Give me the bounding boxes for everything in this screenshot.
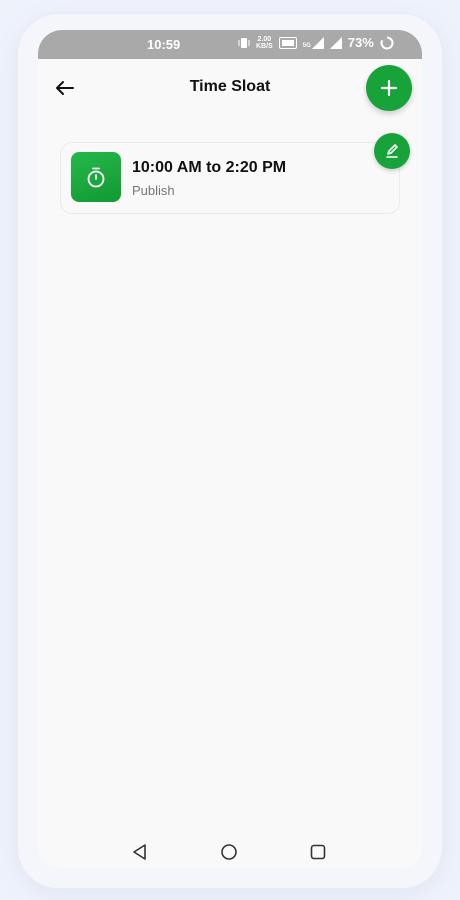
nav-home-button[interactable] [219, 842, 239, 862]
system-nav-bar [38, 836, 422, 868]
status-icons: 2.00 KB/S 5G 73% [238, 35, 394, 50]
vibrate-icon [238, 37, 250, 48]
app-screen: 10:59 2.00 KB/S 5G 73% Time Sloat 10:00 … [38, 30, 422, 868]
edit-slot-button[interactable] [374, 133, 410, 169]
nav-back-button[interactable] [130, 842, 150, 862]
network-type: 5G [302, 42, 311, 49]
network-speed-value: 2.00 [257, 35, 272, 43]
signal-icon-2 [329, 36, 342, 49]
circle-home-icon [221, 844, 237, 860]
app-header: Time Sloat [38, 59, 422, 119]
status-bar: 10:59 2.00 KB/S 5G 73% [38, 30, 422, 59]
slot-icon-tile [71, 152, 121, 202]
time-slot-card[interactable]: 10:00 AM to 2:20 PM Publish [60, 142, 400, 214]
stopwatch-icon [87, 167, 105, 188]
signal-icon [311, 36, 324, 49]
plus-icon [380, 79, 398, 97]
slot-status: Publish [132, 183, 175, 198]
battery-ring-icon [380, 35, 394, 49]
add-time-slot-button[interactable] [366, 65, 412, 111]
network-speed-unit: KB/S [256, 42, 273, 50]
signal-5g: 5G [302, 36, 324, 49]
nav-recents-button[interactable] [308, 842, 328, 862]
battery-percent: 73% [347, 35, 374, 50]
triangle-back-icon [133, 844, 146, 860]
network-speed: 2.00 KB/S [256, 36, 273, 50]
page-title: Time Sloat [189, 78, 271, 95]
slot-time-range: 10:00 AM to 2:20 PM [132, 159, 287, 176]
square-recents-icon [310, 844, 326, 860]
status-time: 10:59 [147, 37, 181, 52]
pencil-icon [386, 144, 398, 158]
volte-icon [278, 36, 297, 49]
